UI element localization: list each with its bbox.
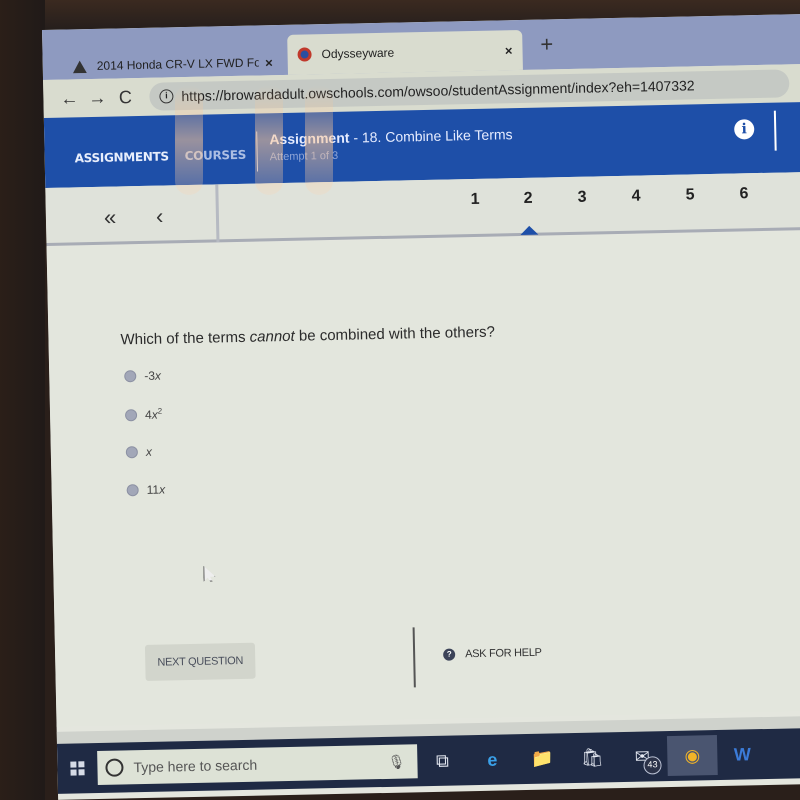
site-info-icon[interactable]: i	[159, 89, 174, 104]
option-variable: x	[145, 444, 153, 459]
word-icon[interactable]: W	[717, 734, 768, 775]
screen: 2014 Honda CR-V LX FWD For Sa × Odysseyw…	[42, 13, 800, 800]
option-coefficient: 11	[146, 482, 160, 497]
radio-button[interactable]	[124, 370, 137, 383]
tab-label: 2014 Honda CR-V LX FWD For Sa	[96, 55, 260, 73]
question-panel: Which of the terms cannot be combined wi…	[46, 230, 800, 727]
windows-logo-icon	[70, 761, 85, 776]
previous-question-button[interactable]: ‹	[156, 204, 164, 230]
close-tab-icon[interactable]: ×	[265, 55, 273, 70]
answer-option-3[interactable]: x	[125, 445, 152, 460]
question-number-6[interactable]: 6	[739, 185, 748, 203]
car-listing-icon	[73, 59, 87, 73]
question-number-1[interactable]: 1	[470, 191, 479, 209]
store-icon[interactable]: 🛍	[567, 737, 618, 778]
microphone-icon[interactable]: 🎙	[387, 753, 405, 770]
option-variable: x	[158, 482, 166, 497]
store-glyph: 🛍	[580, 746, 604, 768]
task-view-glyph: ⧉	[435, 750, 450, 771]
footer-divider	[412, 627, 416, 688]
question-number-4[interactable]: 4	[631, 188, 640, 206]
taskbar-search[interactable]: Type here to search 🎙	[97, 744, 418, 785]
option-text: -3x	[144, 369, 161, 383]
next-question-button[interactable]: NEXT QUESTION	[144, 642, 256, 681]
current-question-indicator	[520, 225, 539, 236]
mail-icon[interactable]: ✉ 43	[617, 736, 668, 777]
chrome-glyph: ◉	[684, 744, 701, 766]
radio-button[interactable]	[124, 408, 138, 421]
file-explorer-icon[interactable]: 📁	[517, 738, 568, 779]
nav-courses[interactable]: COURSES	[185, 148, 247, 163]
answer-option-1[interactable]: -3x	[124, 369, 161, 384]
option-variable: x	[154, 368, 162, 383]
back-button[interactable]: ←	[55, 88, 83, 110]
assignment-title: Assignment - 18. Combine Like Terms	[269, 126, 513, 147]
info-icon[interactable]: i	[734, 119, 755, 140]
tab-label: Odysseyware	[321, 45, 395, 62]
question-emphasis: cannot	[249, 327, 295, 346]
question-text: Which of the terms cannot be combined wi…	[120, 324, 495, 349]
mouse-cursor-icon	[203, 565, 215, 581]
word-glyph: W	[733, 743, 752, 765]
cortana-icon	[105, 758, 124, 777]
question-text-end: be combined with the others?	[294, 323, 495, 345]
tab-odysseyware[interactable]: Odysseyware ×	[287, 29, 523, 75]
answer-option-4[interactable]: 11x	[126, 483, 166, 498]
header-divider	[256, 131, 259, 172]
option-coefficient: -3	[144, 368, 156, 383]
option-text: x	[146, 445, 152, 459]
help-label: ASK FOR HELP	[465, 646, 542, 661]
radio-button[interactable]	[126, 484, 139, 497]
nav-assignments[interactable]: ASSIGNMENTS	[75, 149, 169, 165]
first-question-button[interactable]: «	[104, 204, 117, 230]
reload-button[interactable]: C	[111, 86, 139, 108]
answer-option-2[interactable]: 4x2	[124, 407, 162, 423]
close-tab-icon[interactable]: ×	[505, 43, 513, 58]
monitor-bezel-left	[0, 0, 45, 800]
question-text-start: Which of the terms	[120, 328, 250, 349]
chrome-icon[interactable]: ◉	[666, 735, 718, 777]
header-divider-right	[773, 110, 777, 151]
help-icon: ?	[443, 648, 456, 661]
nav-separator	[215, 184, 220, 243]
assignment-prefix: Assignment	[269, 129, 350, 148]
url-text: https://browardadult.owschools.com/owsoo…	[181, 77, 695, 105]
option-text: 4x2	[145, 407, 162, 422]
odysseyware-icon	[297, 47, 312, 62]
question-number-5[interactable]: 5	[685, 186, 694, 204]
task-view-icon[interactable]: ⧉	[417, 740, 468, 781]
file-explorer-glyph: 📁	[530, 747, 554, 769]
question-number-3[interactable]: 3	[577, 189, 586, 207]
attempt-counter: Attempt 1 of 3	[269, 149, 339, 164]
forward-button[interactable]: →	[83, 87, 111, 109]
option-exponent: 2	[157, 406, 163, 416]
question-number-2[interactable]: 2	[523, 190, 532, 208]
ask-for-help-button[interactable]: ? ASK FOR HELP	[443, 647, 542, 661]
new-tab-button[interactable]: +	[540, 31, 553, 57]
edge-glyph: e	[487, 749, 498, 770]
edge-icon[interactable]: e	[467, 739, 518, 780]
assignment-name: - 18. Combine Like Terms	[349, 126, 513, 146]
option-text: 11x	[147, 483, 166, 497]
radio-button[interactable]	[125, 446, 138, 459]
start-button[interactable]	[57, 748, 98, 789]
mail-badge: 43	[643, 756, 662, 775]
search-placeholder: Type here to search	[133, 756, 258, 776]
